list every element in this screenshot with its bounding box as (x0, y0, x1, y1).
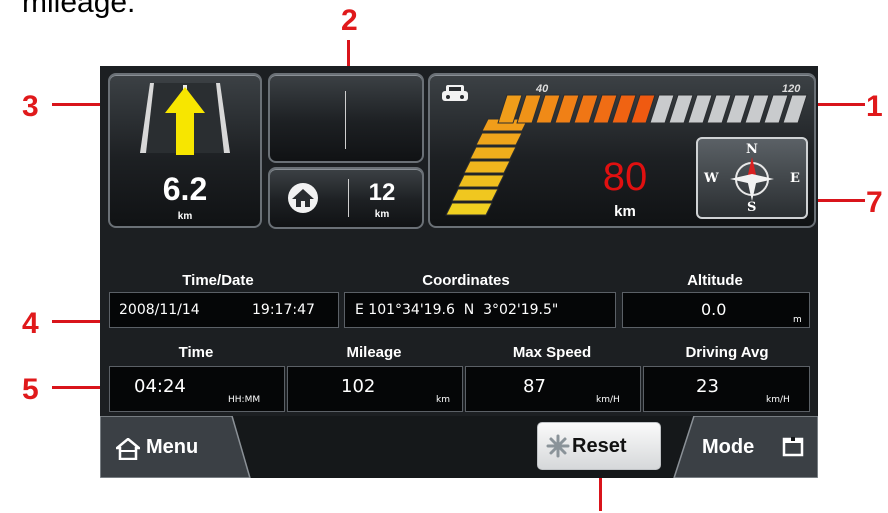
callout-2: 2 (341, 4, 358, 37)
altitude-field: 0.0 m (622, 292, 810, 328)
driving-avg-unit: km/H (766, 395, 790, 405)
home-distance-value: 12 (368, 179, 396, 206)
home-menu-icon (116, 438, 140, 460)
max-speed-unit: km/H (596, 395, 620, 405)
gauge-column-segment (451, 188, 499, 202)
gauge-column-segment (445, 202, 493, 216)
mileage-value: 102 (341, 376, 376, 397)
max-speed-value: 87 (523, 376, 546, 397)
altitude-value: 0.0 (701, 300, 727, 319)
reset-sparkle-icon (546, 434, 570, 458)
clock-value: 19:17:47 (252, 302, 315, 318)
callout-5: 5 (22, 373, 39, 406)
trip-time-value: 04:24 (134, 376, 186, 397)
compass-e: E (790, 171, 800, 186)
compass-button[interactable]: N S W E (696, 137, 808, 219)
callout-3: 3 (22, 90, 39, 123)
callout-7-line (815, 199, 865, 202)
mileage-field: 102 km (287, 366, 463, 412)
reset-label: Reset (572, 435, 627, 457)
lane-distance-value: 6.2 (162, 171, 208, 207)
altitude-header: Altitude (687, 272, 743, 289)
max-speed-header: Max Speed (512, 344, 592, 361)
home-distance-tile[interactable]: 12 km (268, 167, 424, 229)
home-distance-unit: km (374, 209, 390, 220)
current-speed-value: 80 (602, 155, 648, 199)
callout-4: 4 (22, 307, 39, 340)
callout-1: 1 (866, 90, 883, 123)
coordinates-field: E 101°34'19.6 N 3°02'19.5" (344, 292, 616, 328)
gps-screen: 6.2 km 12 km 40 120 80 km N S W E Time/D… (100, 66, 818, 478)
mode-button[interactable]: Mode (680, 416, 816, 478)
compass-n: N (746, 142, 758, 157)
car-icon (442, 85, 468, 101)
callout-3-line (52, 103, 104, 106)
driving-avg-value: 23 (696, 376, 719, 397)
road-line (345, 91, 346, 149)
lane-distance-unit: km (177, 211, 193, 222)
coordinates-header: Coordinates (422, 272, 510, 289)
time-date-header: Time/Date (182, 272, 254, 289)
gauge-column-segment (475, 132, 523, 146)
menu-label: Menu (146, 436, 199, 458)
lane-arrow-icon (140, 83, 230, 155)
driving-avg-field: 23 km/H (643, 366, 810, 412)
lane-guidance-tile: 6.2 km (108, 73, 262, 228)
coordinates-value: E 101°34'19.6 N 3°02'19.5" (355, 302, 559, 318)
next-turn-tile (268, 73, 424, 163)
compass-s: S (747, 200, 757, 215)
reset-button[interactable]: Reset (537, 422, 661, 470)
mode-window-icon (782, 437, 804, 457)
callout-7: 7 (866, 186, 883, 219)
gauge-column-segment (463, 160, 511, 174)
altitude-unit: m (793, 315, 802, 325)
home-divider (348, 179, 349, 217)
caption-text: mileage. (22, 0, 136, 19)
date-value: 2008/11/14 (119, 302, 200, 318)
gauge-column-segment (469, 146, 517, 160)
menu-button[interactable]: Menu (104, 416, 244, 478)
scale-high-label: 120 (782, 83, 801, 95)
time-header: Time (178, 344, 214, 361)
scale-low-label: 40 (536, 83, 549, 95)
mode-label: Mode (702, 436, 755, 458)
home-icon (288, 183, 318, 213)
gauge-column-segment (457, 174, 505, 188)
max-speed-field: 87 km/H (465, 366, 641, 412)
callout-1-line (815, 103, 865, 106)
mileage-unit: km (436, 395, 450, 405)
compass-w: W (704, 171, 719, 186)
mileage-header: Mileage (346, 344, 402, 361)
trip-time-unit: HH:MM (228, 395, 261, 405)
time-date-field: 2008/11/14 19:17:47 (109, 292, 339, 328)
current-speed-unit: km (614, 203, 636, 220)
driving-avg-header: Driving Avg (685, 344, 769, 361)
speedometer-tile: 40 120 80 km N S W E (428, 73, 816, 228)
trip-time-field: 04:24 HH:MM (109, 366, 285, 412)
